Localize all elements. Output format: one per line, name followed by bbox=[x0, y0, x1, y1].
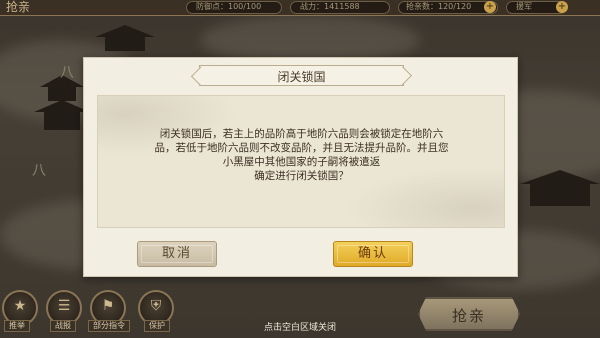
cancel-button[interactable]: 取消 bbox=[137, 241, 217, 267]
page-title: 抢亲 bbox=[6, 0, 31, 14]
dialog-title: 闭关锁国 bbox=[277, 70, 326, 84]
add-plunder-button[interactable]: + bbox=[484, 1, 496, 13]
add-extra-button[interactable]: + bbox=[556, 1, 568, 13]
shield-icon: ⛨ bbox=[150, 298, 162, 314]
dialog-message-line: 闭关锁国后，若主上的品阶高于地阶六品则会被锁定在地阶六 bbox=[159, 128, 444, 140]
lockdown-dialog: 闭关锁国 闭关锁国后，若主上的品阶高于地阶六品则会被锁定在地阶六 品，若低于地阶… bbox=[83, 57, 518, 277]
shop-icon: ★ bbox=[13, 298, 27, 314]
extra-stat: 援军 bbox=[516, 2, 532, 11]
dialog-message-line: 确定进行闭关锁国？ bbox=[254, 170, 349, 182]
close-hint: 点击空白区域关闭 bbox=[263, 323, 336, 333]
top-bar: 抢亲 防御点：100/100 战力：1411588 抢亲数：120/120 + … bbox=[0, 0, 600, 16]
dialog-message-line: 小黑屋中其他国家的子嗣将被遣返 bbox=[222, 156, 381, 168]
confirm-button[interactable]: 确认 bbox=[333, 241, 413, 267]
power-stat: 战力：1411588 bbox=[300, 2, 360, 11]
defense-stat: 防御点：100/100 bbox=[196, 2, 262, 11]
dialog-message: 闭关锁国后，若主上的品阶高于地阶六品则会被锁定在地阶六 品，若低于地阶六品则不改… bbox=[119, 127, 484, 183]
report-icon: ☰ bbox=[57, 298, 71, 314]
plunder-count-stat: 抢亲数：120/120 bbox=[406, 2, 472, 11]
dialog-title-banner: 闭关锁国 bbox=[199, 65, 404, 86]
command-icon: ⚑ bbox=[101, 298, 115, 314]
dialog-message-line: 品，若低于地阶六品则不改变品阶，并且无法提升品阶。并且您 bbox=[154, 142, 449, 154]
